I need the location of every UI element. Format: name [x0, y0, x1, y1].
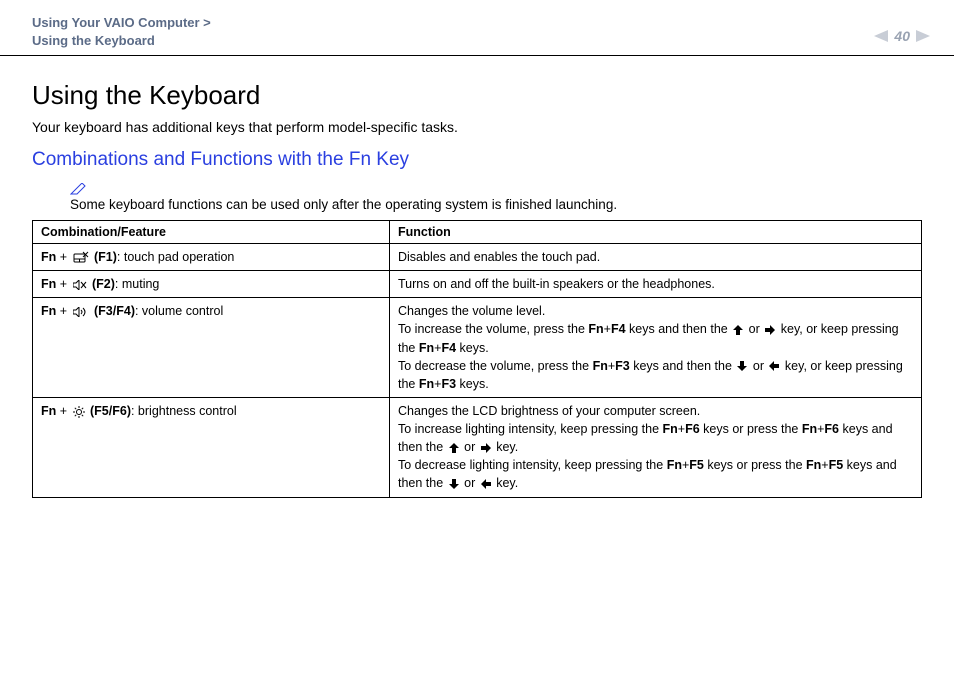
- function-cell: Turns on and off the built-in speakers o…: [390, 271, 922, 298]
- fn-label: Fn: [41, 250, 56, 264]
- t: or: [461, 440, 479, 454]
- note-block: Some keyboard functions can be used only…: [70, 183, 922, 212]
- t: Fn: [806, 458, 821, 472]
- arrow-up-icon: [733, 325, 743, 335]
- page-header: Using Your VAIO Computer > Using the Key…: [0, 0, 954, 56]
- page-number: 40: [894, 28, 910, 44]
- table-header-function: Function: [390, 221, 922, 244]
- t: Fn: [593, 359, 608, 373]
- t: F3: [615, 359, 630, 373]
- function-cell: Changes the volume level. To increase th…: [390, 298, 922, 398]
- function-cell: Changes the LCD brightness of your compu…: [390, 397, 922, 497]
- arrow-up-icon: [449, 443, 459, 453]
- section-title: Combinations and Functions with the Fn K…: [32, 149, 922, 171]
- t: F5: [689, 458, 704, 472]
- plus-label: +: [56, 404, 70, 418]
- breadcrumb-line-1: Using Your VAIO Computer >: [32, 14, 211, 32]
- arrow-down-icon: [737, 361, 747, 371]
- table-row: Fn + (F3/F4): volume control Changes the…: [33, 298, 922, 398]
- t: or: [749, 359, 767, 373]
- breadcrumb: Using Your VAIO Computer > Using the Key…: [32, 14, 211, 49]
- touchpad-icon: [73, 251, 89, 265]
- arrow-left-icon: [481, 479, 491, 489]
- t: Fn: [419, 377, 434, 391]
- t: F4: [441, 341, 456, 355]
- fn-key-table: Combination/Feature Function Fn + (F1): …: [32, 220, 922, 498]
- t: To increase lighting intensity, keep pre…: [398, 422, 663, 436]
- page-content: Using the Keyboard Your keyboard has add…: [0, 56, 954, 498]
- key-label: (F3/F4): [91, 304, 135, 318]
- func-line: Changes the LCD brightness of your compu…: [398, 404, 700, 418]
- t: F4: [611, 322, 626, 336]
- breadcrumb-line-2: Using the Keyboard: [32, 32, 211, 50]
- t: Fn: [802, 422, 817, 436]
- prev-page-icon[interactable]: [874, 30, 888, 42]
- table-row: Fn + (F5/F6): brightness control Changes…: [33, 397, 922, 497]
- t: F6: [685, 422, 700, 436]
- t: Fn: [663, 422, 678, 436]
- t: keys.: [456, 341, 489, 355]
- t: keys and then the: [630, 359, 736, 373]
- func-line: Changes the volume level.: [398, 304, 545, 318]
- t: or: [745, 322, 763, 336]
- function-cell: Disables and enables the touch pad.: [390, 244, 922, 271]
- page-title: Using the Keyboard: [32, 80, 922, 111]
- combo-desc: : touch pad operation: [117, 250, 234, 264]
- pencil-icon: [70, 183, 922, 197]
- fn-label: Fn: [41, 404, 56, 418]
- t: Fn: [419, 341, 434, 355]
- arrow-right-icon: [765, 325, 775, 335]
- arrow-right-icon: [481, 443, 491, 453]
- key-label: (F2): [89, 277, 115, 291]
- table-row: Fn + (F2): muting Turns on and off the b…: [33, 271, 922, 298]
- plus-label: +: [56, 250, 70, 264]
- arrow-down-icon: [449, 479, 459, 489]
- t: or: [461, 476, 479, 490]
- brightness-icon: [73, 406, 85, 418]
- table-row: Fn + (F1): touch pad operation Disables …: [33, 244, 922, 271]
- combo-cell: Fn + (F3/F4): volume control: [33, 298, 390, 398]
- combo-desc: : brightness control: [131, 404, 237, 418]
- pager: 40: [874, 28, 930, 44]
- combo-cell: Fn + (F1): touch pad operation: [33, 244, 390, 271]
- t: keys or press the: [704, 458, 806, 472]
- volume-icon: [73, 307, 89, 317]
- fn-label: Fn: [41, 304, 56, 318]
- next-page-icon[interactable]: [916, 30, 930, 42]
- t: key.: [493, 440, 518, 454]
- combo-cell: Fn + (F2): muting: [33, 271, 390, 298]
- t: key.: [493, 476, 518, 490]
- t: +: [678, 422, 685, 436]
- t: Fn: [588, 322, 603, 336]
- t: F6: [824, 422, 839, 436]
- t: F3: [441, 377, 456, 391]
- plus-label: +: [56, 277, 70, 291]
- combo-cell: Fn + (F5/F6): brightness control: [33, 397, 390, 497]
- t: F5: [829, 458, 844, 472]
- t: To decrease lighting intensity, keep pre…: [398, 458, 667, 472]
- key-label: (F1): [91, 250, 117, 264]
- mute-icon: [73, 280, 87, 290]
- plus-label: +: [56, 304, 70, 318]
- t: Fn: [667, 458, 682, 472]
- combo-desc: : volume control: [135, 304, 223, 318]
- key-label: (F5/F6): [87, 404, 131, 418]
- fn-label: Fn: [41, 277, 56, 291]
- combo-desc: : muting: [115, 277, 159, 291]
- t: keys.: [456, 377, 489, 391]
- t: To decrease the volume, press the: [398, 359, 593, 373]
- arrow-left-icon: [769, 361, 779, 371]
- t: +: [821, 458, 828, 472]
- t: keys and then the: [626, 322, 732, 336]
- table-header-combination: Combination/Feature: [33, 221, 390, 244]
- note-text: Some keyboard functions can be used only…: [70, 197, 922, 212]
- t: keys or press the: [700, 422, 802, 436]
- t: To increase the volume, press the: [398, 322, 588, 336]
- t: +: [604, 322, 611, 336]
- intro-text: Your keyboard has additional keys that p…: [32, 119, 922, 135]
